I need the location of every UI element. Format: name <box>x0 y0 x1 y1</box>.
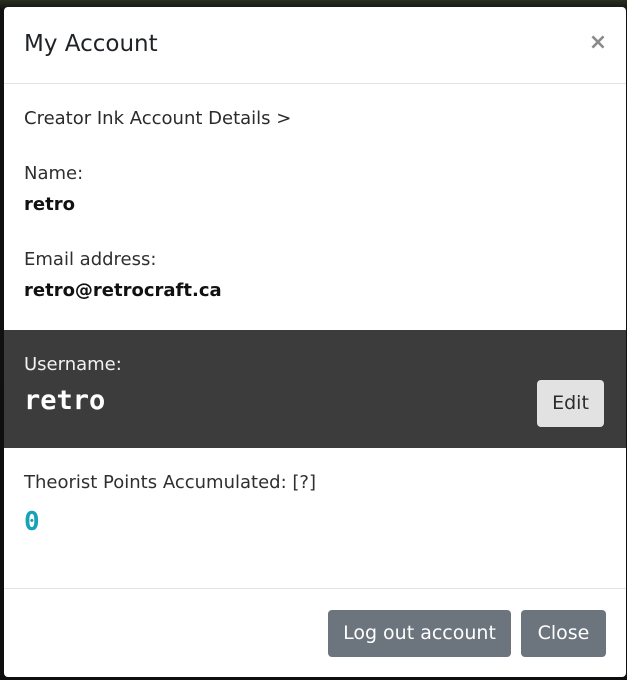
points-value: 0 <box>24 507 40 537</box>
close-icon[interactable]: × <box>588 31 608 55</box>
logout-button[interactable]: Log out account <box>328 610 511 657</box>
username-label: Username: <box>24 354 122 375</box>
modal-title: My Account <box>24 31 158 57</box>
modal-footer: Log out account Close <box>4 588 626 677</box>
email-label: Email address: <box>24 249 157 270</box>
username-section: Username: retro Edit <box>4 330 626 448</box>
close-button[interactable]: Close <box>521 610 606 657</box>
modal-header: My Account × <box>4 7 626 84</box>
edit-username-button[interactable]: Edit <box>537 380 604 427</box>
username-value: retro <box>24 385 106 416</box>
name-value: retro <box>24 194 75 215</box>
account-details-link[interactable]: Creator Ink Account Details > <box>24 107 291 131</box>
points-help-link[interactable]: [?] <box>292 472 316 493</box>
points-label: Theorist Points Accumulated: <box>24 472 287 493</box>
points-label-row: Theorist Points Accumulated: [?] <box>24 471 316 495</box>
my-account-modal: My Account × Creator Ink Account Details… <box>4 7 626 677</box>
email-value: retro@retrocraft.ca <box>24 280 222 301</box>
name-label: Name: <box>24 163 84 184</box>
